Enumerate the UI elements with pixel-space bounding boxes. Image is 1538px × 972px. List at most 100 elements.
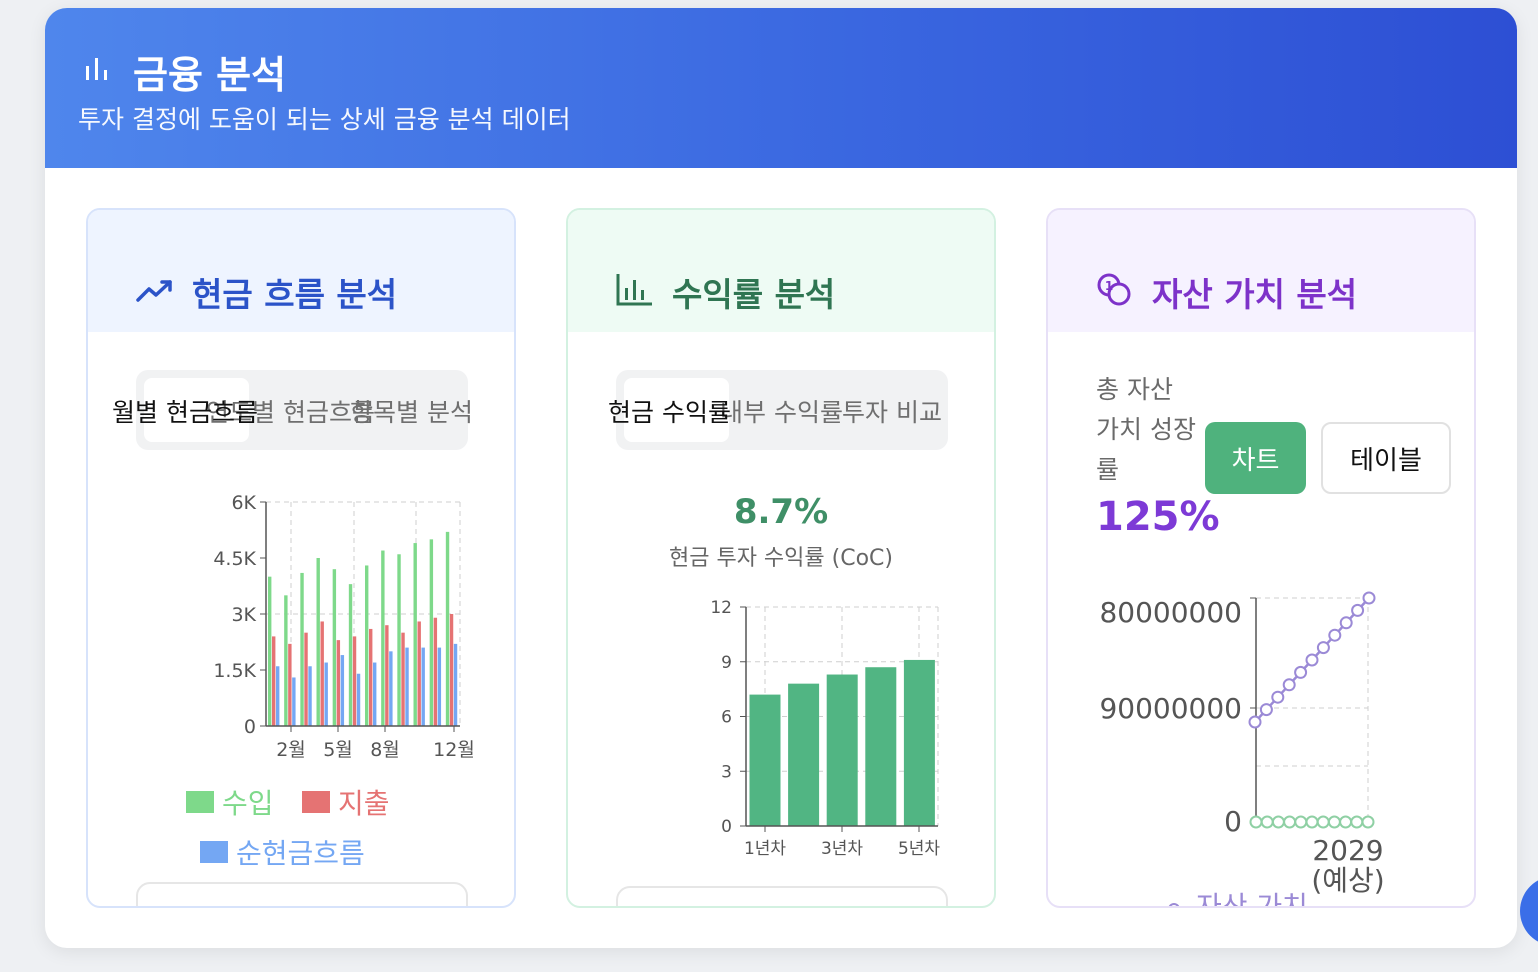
x-tick-label: 2029 — [1312, 834, 1383, 867]
legend-expense[interactable]: 지출 — [302, 782, 390, 822]
bar-순현금흐름-4월 — [324, 662, 328, 726]
data-point — [1316, 641, 1330, 655]
bar-지출-5월 — [336, 640, 341, 726]
y-tick-label: 90000000 — [1099, 692, 1242, 725]
x-tick-label: 3년차 — [821, 839, 863, 859]
svg-text:1: 1 — [1105, 279, 1113, 293]
legend-label-expense: 지출 — [338, 787, 390, 820]
data-point — [1271, 815, 1285, 829]
asset-title: 자산 가치 분석 — [1152, 275, 1358, 314]
header: 금융 분석 투자 결정에 도움이 되는 상세 금융 분석 데이터 — [45, 8, 1517, 168]
coins-icon: 1 — [1097, 273, 1131, 306]
data-point — [1249, 815, 1263, 829]
bar-순현금흐름-5월 — [340, 655, 345, 726]
y-tick-label: 6 — [721, 708, 732, 728]
bar-수입-1월 — [268, 576, 272, 726]
page-subtitle: 투자 결정에 도움이 되는 상세 금융 분석 데이터 — [78, 105, 571, 134]
asset-growth-label: 총 자산 가치 성장률 — [1096, 375, 1196, 484]
bar-지출-6월 — [352, 636, 357, 726]
data-point — [1294, 815, 1308, 829]
x-tick-label: (예상) — [1311, 864, 1384, 897]
legend-net[interactable]: 순현금흐름 — [200, 832, 365, 872]
tab-cash-roi-label[interactable]: 현금 수익률 — [608, 393, 731, 429]
asset-card: 1 자산 가치 분석 총 자산 가치 성장률 125% 차트 테이블 0 9000… — [1046, 208, 1476, 908]
bar-지출-3월 — [304, 632, 308, 726]
data-point — [1248, 715, 1262, 729]
data-point — [1350, 815, 1364, 829]
y-tick-label: 4.5K — [213, 548, 256, 570]
bar-순현금흐름-7월 — [373, 662, 377, 726]
data-point — [1260, 815, 1274, 829]
bar-수입-9월 — [397, 554, 401, 726]
data-point — [1351, 603, 1365, 617]
cashflow-tabs: 연도별 현금흐름 항목별 분석 월별 현금흐름 — [112, 370, 473, 450]
x-tick-label: 2월 — [276, 739, 306, 761]
bar-수입-7월 — [365, 565, 369, 726]
bar-수입-4월 — [316, 558, 320, 726]
bar-순현금흐름-3월 — [308, 666, 312, 726]
bar-순현금흐름-6월 — [356, 673, 361, 726]
y-tick-label: 1.5K — [213, 660, 256, 682]
data-point — [1294, 665, 1308, 679]
roi-chart: 0 3 6 9 12 1년차 3년차 5년차 — [710, 598, 940, 859]
financial-analysis-panel: 금융 분석 투자 결정에 도움이 되는 상세 금융 분석 데이터 현금 흐름 분… — [45, 8, 1517, 948]
legend-swatch-net — [200, 841, 228, 863]
cashflow-card-header: 현금 흐름 분석 — [88, 210, 514, 332]
roi-card-header: 수익률 분석 — [568, 210, 994, 332]
chart-view-button[interactable]: 차트 — [1205, 422, 1306, 494]
bar-순현금흐름-12월 — [453, 643, 458, 726]
bar-순현금흐름-11월 — [437, 647, 442, 726]
asset-growth-value: 125% — [1096, 494, 1220, 540]
y-tick-label: 12 — [710, 598, 732, 618]
cashflow-title: 현금 흐름 분석 — [192, 275, 398, 314]
bar-지출-1월 — [272, 636, 276, 726]
legend-marker-asset-value — [1168, 903, 1180, 906]
asset-card-header: 1 자산 가치 분석 — [1048, 210, 1474, 332]
roi-card: 수익률 분석 내부 수익률 투자 비교 현금 수익률 8.7% 현금 투자 수익… — [566, 208, 996, 908]
bar-수입-5월 — [332, 569, 337, 726]
bar-순현금흐름-9월 — [405, 647, 409, 726]
legend-label-net: 순현금흐름 — [236, 837, 365, 870]
bar-수입-2월 — [284, 595, 288, 726]
data-point — [1305, 815, 1319, 829]
y-tick-label: 9 — [721, 653, 732, 673]
y-tick-label: 0 — [244, 716, 256, 738]
cashflow-summary-box — [136, 882, 468, 906]
tab-irr[interactable]: 내부 수익률 — [720, 393, 843, 429]
bar-지출-10월 — [417, 621, 421, 726]
tab-investment-compare[interactable]: 투자 비교 — [842, 393, 942, 429]
bar-chart-icon — [86, 58, 107, 80]
bar-수입-11월 — [429, 539, 434, 726]
data-point — [1282, 678, 1296, 692]
data-point — [1327, 815, 1341, 829]
data-point — [1362, 591, 1376, 605]
tab-item-analysis[interactable]: 항목별 분석 — [350, 393, 473, 429]
floating-action-button[interactable] — [1520, 876, 1538, 946]
bar-1년차 — [749, 694, 781, 826]
data-point — [1283, 815, 1297, 829]
y-tick-label: 3K — [231, 604, 256, 626]
x-tick-label: 1년차 — [744, 839, 786, 859]
cashflow-card: 현금 흐름 분석 연도별 현금흐름 항목별 분석 월별 현금흐름 0 1.5K 3K… — [86, 208, 516, 908]
data-point — [1339, 616, 1353, 630]
table-view-button[interactable]: 테이블 — [1321, 422, 1451, 494]
data-point — [1339, 815, 1353, 829]
data-point — [1316, 815, 1330, 829]
x-tick-label: 12월 — [433, 739, 475, 761]
bar-수입-10월 — [413, 543, 417, 726]
roi-title: 수익률 분석 — [672, 275, 836, 314]
bar-3년차 — [826, 674, 858, 826]
legend-label-asset-value: 자산 가치 — [1196, 890, 1308, 908]
trending-up-icon — [136, 280, 172, 302]
bar-순현금흐름-8월 — [389, 651, 393, 726]
tab-monthly-cashflow-label[interactable]: 월별 현금흐름 — [112, 393, 258, 429]
cashflow-chart: 0 1.5K 3K 4.5K 6K 2월 5월 8월 12월 — [213, 492, 475, 761]
legend-swatch-income — [186, 791, 214, 813]
y-tick-label: 0 — [721, 817, 732, 837]
bar-수입-12월 — [445, 531, 450, 726]
bar-5년차 — [903, 659, 935, 826]
bar-수입-3월 — [300, 572, 304, 726]
x-tick-label: 5월 — [323, 739, 353, 761]
bar-순현금흐름-10월 — [421, 647, 425, 726]
legend-income[interactable]: 수입 — [186, 782, 274, 822]
